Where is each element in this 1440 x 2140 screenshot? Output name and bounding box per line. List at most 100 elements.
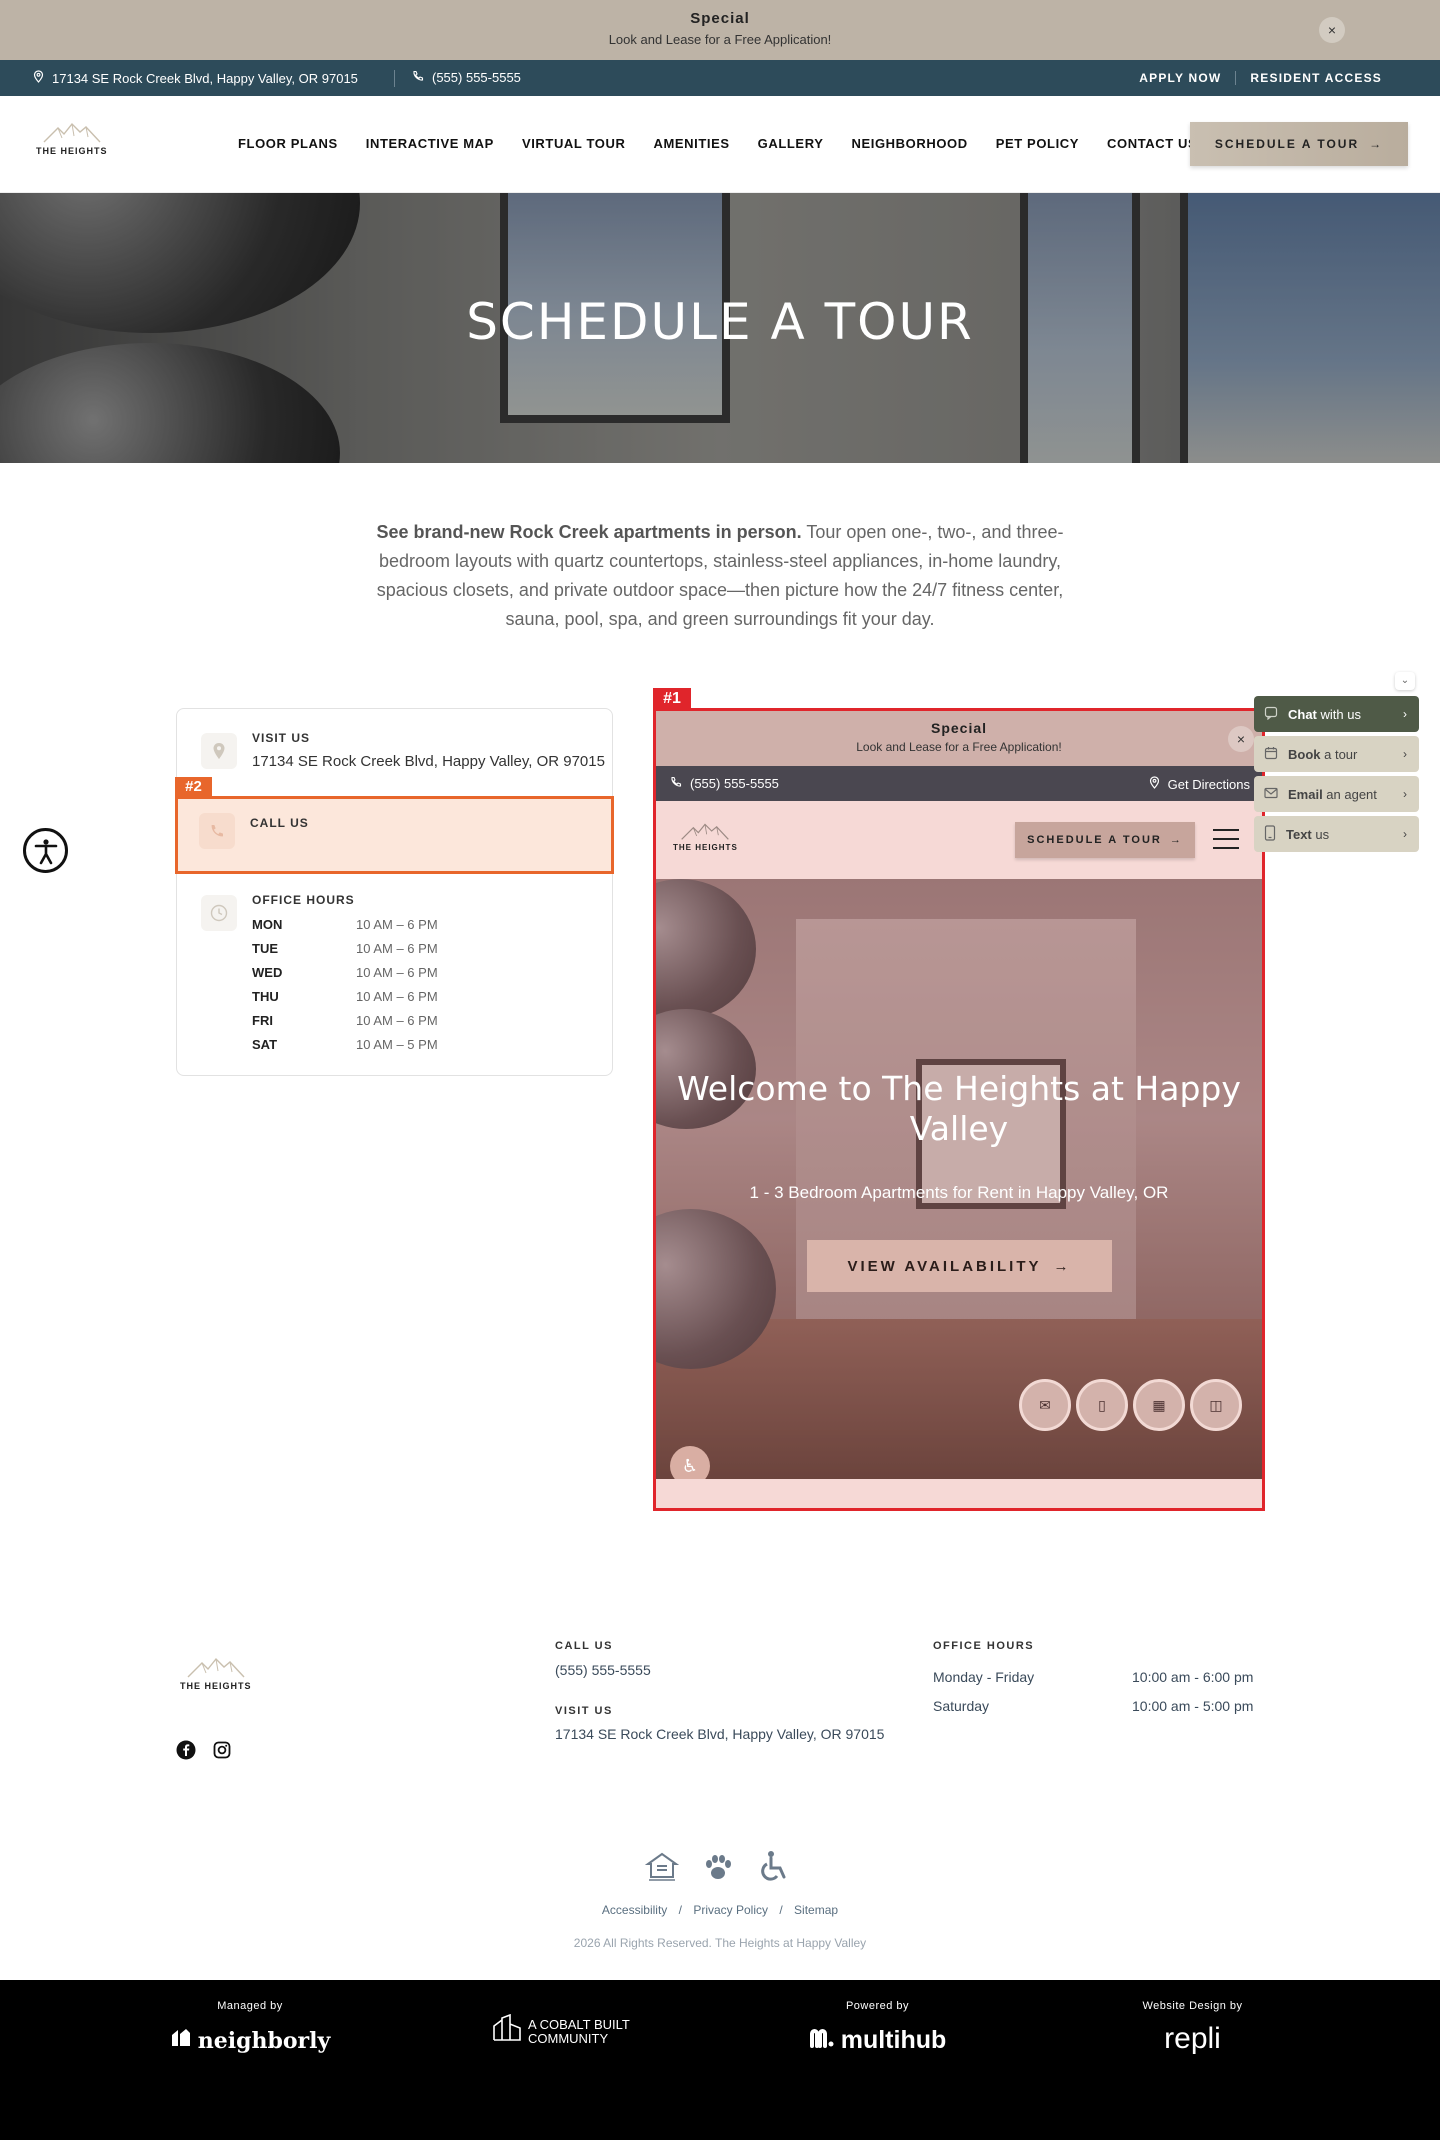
visit-us-address[interactable]: 17134 SE Rock Creek Blvd, Happy Valley, … [252,753,605,770]
nav-item-contact-us[interactable]: CONTACT US [1107,136,1197,151]
call-us-row[interactable]: CALL US [175,796,614,874]
utility-links: APPLY NOW RESIDENT ACCESS [1125,71,1396,85]
footer-address-link[interactable]: 17134 SE Rock Creek Blvd, Happy Valley, … [555,1726,884,1742]
footer-hours-day: Monday - Friday [933,1669,1035,1685]
nav-item-floor-plans[interactable]: FLOOR PLANS [238,136,338,151]
embed-site-logo[interactable]: THE HEIGHTS [673,821,738,852]
utility-bar: 17134 SE Rock Creek Blvd, Happy Valley, … [0,60,1440,96]
widget-book-tour-button[interactable]: Book a tour › [1254,736,1419,772]
footer-hours-row: Saturday 10:00 am - 5:00 pm [933,1698,1253,1714]
wheelchair-icon [757,1850,791,1889]
hours-row: WED 10 AM – 6 PM [252,965,438,989]
nav-item-neighborhood[interactable]: NEIGHBORHOOD [851,136,967,151]
phone-text-icon[interactable]: ▯ [1076,1379,1128,1431]
widget-chat-label: Chat with us [1288,706,1361,722]
widget-email-button[interactable]: Email an agent › [1254,776,1419,812]
hours-row: THU 10 AM – 6 PM [252,989,438,1013]
embed-logo-text: THE HEIGHTS [673,843,738,852]
embed-hero-subtitle: 1 - 3 Bedroom Apartments for Rent in Hap… [749,1183,1169,1202]
hamburger-menu-icon[interactable] [1213,829,1239,849]
office-hours-list: MON 10 AM – 6 PM TUE 10 AM – 6 PM WED 10 AM… [252,917,438,1061]
calendar-icon [1264,746,1278,763]
site-logo[interactable]: THE HEIGHTS [36,120,108,156]
chevron-right-icon: › [1403,787,1407,801]
hours-time: 10 AM – 6 PM [356,1013,438,1028]
apply-now-link[interactable]: APPLY NOW [1125,71,1235,85]
widget-email-label: Email an agent [1288,786,1377,802]
repli-logo[interactable]: repli [1125,2022,1260,2056]
link-separator: / [678,1903,682,1917]
embed-accessibility-icon[interactable]: ♿ [670,1446,710,1479]
legal-links: Accessibility / Privacy Policy / Sitemap [0,1903,1440,1917]
partner-strip: Managed by neighborly A COBALT BUILT COM… [0,1980,1440,2140]
mountain-logo-icon [681,823,730,840]
privacy-policy-link[interactable]: Privacy Policy [693,1903,768,1917]
chat-icon [1264,706,1278,723]
partner-design-by: Website Design by repli [1125,2000,1260,2056]
link-separator: / [779,1903,783,1917]
embed-schedule-tour-button[interactable]: SCHEDULE A TOUR → [1015,822,1195,858]
embed-hero: Welcome to The Heights at Happy Valley 1… [656,879,1262,1479]
phone-text: (555) 555-5555 [432,70,521,85]
address-link[interactable]: 17134 SE Rock Creek Blvd, Happy Valley, … [33,70,358,86]
promo-close-button[interactable]: × [1319,17,1345,43]
footer-logo[interactable]: THE HEIGHTS [180,1655,252,1691]
compliance-icons [644,1850,791,1889]
view-availability-button[interactable]: VIEW AVAILABILITY → [807,1240,1112,1292]
chevron-right-icon: › [1403,827,1407,841]
multihub-logo[interactable]: multihub [795,2026,960,2055]
nav-item-amenities[interactable]: AMENITIES [653,136,729,151]
nav-item-virtual-tour[interactable]: VIRTUAL TOUR [522,136,626,151]
intro-paragraph: See brand-new Rock Creek apartments in p… [370,518,1070,634]
footer-hours-day: Saturday [933,1698,990,1714]
facebook-icon[interactable] [176,1740,196,1760]
equal-housing-icon [644,1851,680,1888]
calendar-icon[interactable]: ▦ [1133,1379,1185,1431]
resident-access-link[interactable]: RESIDENT ACCESS [1235,71,1396,85]
location-pin-icon [1149,776,1160,792]
hours-row: SAT 10 AM – 5 PM [252,1037,438,1061]
footer-phone-link[interactable]: (555) 555-5555 [555,1662,651,1678]
neighborly-logo[interactable]: neighborly [170,2026,330,2055]
call-us-label: CALL US [250,816,309,830]
widget-text-button[interactable]: Text us › [1254,816,1419,852]
instagram-icon[interactable] [212,1740,232,1760]
schedule-tour-button[interactable]: SCHEDULE A TOUR → [1190,122,1408,166]
widget-chat-button[interactable]: Chat with us › [1254,696,1419,732]
get-directions-link[interactable]: Get Directions [1149,776,1250,792]
phone-icon [199,813,235,849]
embedded-site-preview: Special Look and Lease for a Free Applic… [653,708,1265,1511]
embed-phone-link[interactable]: (555) 555-5555 [670,776,779,791]
embed-promo-close-button[interactable]: × [1228,726,1254,752]
office-hours-label: OFFICE HOURS [252,893,355,907]
arrow-right-icon: → [1053,1257,1072,1275]
chat-icon[interactable]: ◫ [1190,1379,1242,1431]
embed-promo-title: Special [930,720,988,736]
view-availability-label: VIEW AVAILABILITY [847,1257,1042,1275]
chevron-right-icon: › [1403,747,1407,761]
mountain-logo-icon [187,1657,245,1678]
hours-time: 10 AM – 6 PM [356,941,438,956]
embed-phone-text: (555) 555-5555 [690,776,779,791]
accessibility-link[interactable]: Accessibility [602,1903,667,1917]
nav-item-gallery[interactable]: GALLERY [758,136,824,151]
sitemap-link[interactable]: Sitemap [794,1903,838,1917]
hours-time: 10 AM – 5 PM [356,1037,438,1052]
intro-bold: See brand-new Rock Creek apartments in p… [376,522,802,542]
page-hero: SCHEDULE A TOUR [0,193,1440,463]
multihub-mark-icon [809,2027,835,2055]
nav-item-pet-policy[interactable]: PET POLICY [996,136,1079,151]
hours-day: MON [252,917,283,932]
hours-day: TUE [252,941,278,956]
hours-row: FRI 10 AM – 6 PM [252,1013,438,1037]
email-icon[interactable]: ✉ [1019,1379,1071,1431]
partner-cobalt: A COBALT BUILT COMMUNITY [470,2000,660,2049]
nav-item-interactive-map[interactable]: INTERACTIVE MAP [366,136,494,151]
footer-hours-time: 10:00 am - 6:00 pm [1132,1669,1254,1685]
hours-time: 10 AM – 6 PM [356,965,438,980]
accessibility-icon[interactable] [23,828,68,873]
phone-link[interactable]: (555) 555-5555 [412,70,521,85]
pet-paw-icon [701,1851,735,1888]
widget-collapse-chevron-icon[interactable]: ⌄ [1395,672,1415,690]
cobalt-logo[interactable]: A COBALT BUILT COMMUNITY [470,2013,660,2049]
